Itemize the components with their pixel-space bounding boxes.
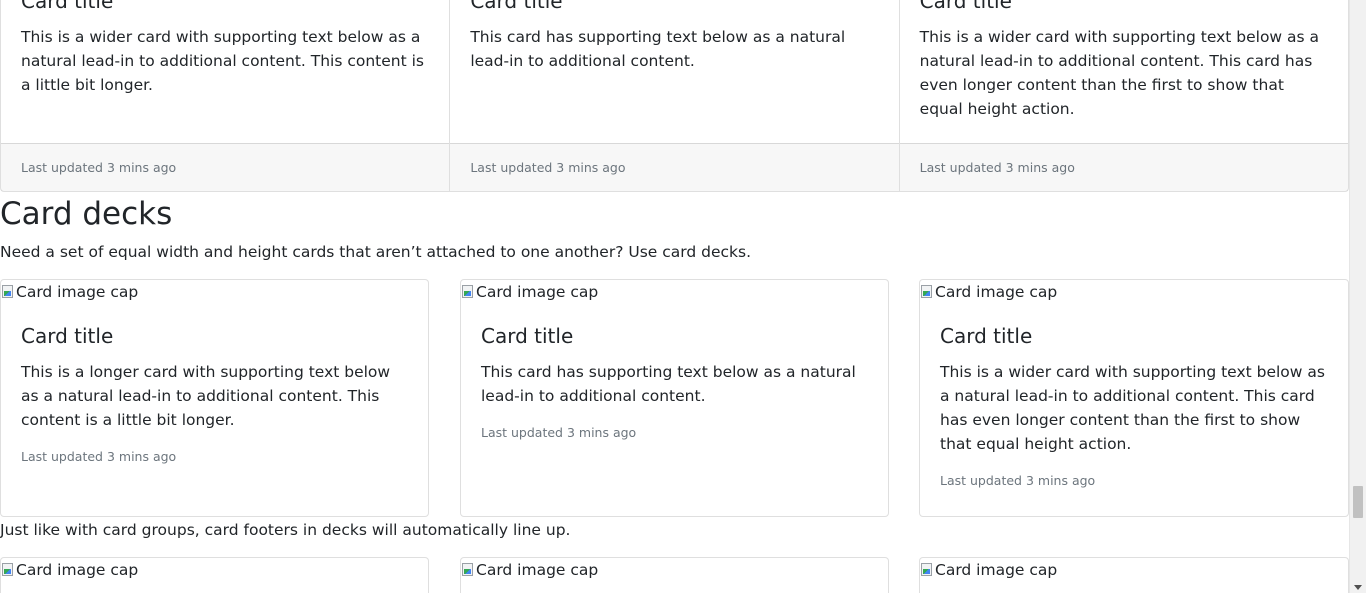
card-image-alt-text: Card image cap <box>476 561 599 579</box>
card-group-card-3: Card title This is a wider card with sup… <box>898 0 1348 191</box>
card-body: Card title This card has supporting text… <box>450 0 898 143</box>
card-image-cap: Card image cap <box>1 558 428 582</box>
broken-image-icon <box>1 284 15 300</box>
section-lead: Need a set of equal width and height car… <box>0 243 752 261</box>
card-deck: Card image cap Card title This is a long… <box>0 279 1349 517</box>
broken-image-icon <box>461 562 475 578</box>
broken-image-icon <box>1 562 15 578</box>
card-image-alt-text: Card image cap <box>16 283 139 301</box>
card-footer-text: Last updated 3 mins ago <box>470 160 626 175</box>
card-title: Card title <box>919 0 1012 13</box>
card-title: Card title <box>481 324 574 348</box>
deck-card-1: Card image cap Card title This is a long… <box>0 279 429 517</box>
section-heading: Card decks <box>0 196 173 232</box>
card-text: This card has supporting text below as a… <box>481 363 856 405</box>
scrollbar-thumb[interactable] <box>1353 486 1363 518</box>
card-image-cap: Card image cap <box>920 280 1348 304</box>
card-text: This is a wider card with supporting tex… <box>21 28 424 94</box>
card-image-cap: Card image cap <box>461 280 888 304</box>
card-image-alt-text: Card image cap <box>935 283 1058 301</box>
card-text: This card has supporting text below as a… <box>470 28 846 70</box>
broken-image-icon <box>461 284 475 300</box>
card-body: Card title This is a wider card with sup… <box>920 304 1348 490</box>
card-deck-2: Card image cap Card image cap Card image… <box>0 557 1349 593</box>
card-body: Card title This card has supporting text… <box>461 304 888 442</box>
card-body: Card title This is a wider card with sup… <box>1 0 449 143</box>
browser-viewport: Card title This is a wider card with sup… <box>0 0 1366 593</box>
card-image-alt-text: Card image cap <box>476 283 599 301</box>
card-image-alt-text: Card image cap <box>16 561 139 579</box>
card-title: Card title <box>940 324 1033 348</box>
deck2-card-2: Card image cap <box>460 557 889 593</box>
page-content: Card title This is a wider card with sup… <box>0 0 1349 593</box>
card-text: This is a wider card with supporting tex… <box>940 363 1325 453</box>
deck-card-3: Card image cap Card title This is a wide… <box>919 279 1349 517</box>
deck-card-2: Card image cap Card title This card has … <box>460 279 889 517</box>
card-footer-text: Last updated 3 mins ago <box>21 160 177 175</box>
card-image-cap: Card image cap <box>920 558 1348 582</box>
card-text: This is a longer card with supporting te… <box>21 363 391 429</box>
broken-image-icon <box>920 284 934 300</box>
card-group-card-2: Card title This card has supporting text… <box>449 0 899 191</box>
card-body: Card title This is a longer card with su… <box>1 304 428 466</box>
card-image-cap: Card image cap <box>1 280 428 304</box>
card-muted-text: Last updated 3 mins ago <box>940 473 1096 488</box>
deck2-card-3: Card image cap <box>919 557 1349 593</box>
card-image-alt-text: Card image cap <box>935 561 1058 579</box>
vertical-scrollbar[interactable] <box>1349 0 1366 593</box>
card-footer: Last updated 3 mins ago <box>899 143 1348 191</box>
card-group: Card title This is a wider card with sup… <box>0 0 1349 192</box>
card-title: Card title <box>470 0 563 13</box>
card-group-card-1: Card title This is a wider card with sup… <box>1 0 450 191</box>
deck-note: Just like with card groups, card footers… <box>0 521 571 539</box>
card-body: Card title This is a wider card with sup… <box>900 0 1348 143</box>
deck2-card-1: Card image cap <box>0 557 429 593</box>
card-text: This is a wider card with supporting tex… <box>919 28 1320 118</box>
card-muted-text: Last updated 3 mins ago <box>481 425 637 440</box>
card-muted-text: Last updated 3 mins ago <box>21 449 177 464</box>
card-footer-text: Last updated 3 mins ago <box>919 160 1075 175</box>
scroll-down-arrow-icon[interactable] <box>1354 585 1362 590</box>
card-image-cap: Card image cap <box>461 558 888 582</box>
card-footer: Last updated 3 mins ago <box>450 143 899 191</box>
card-footer: Last updated 3 mins ago <box>1 143 450 191</box>
card-title: Card title <box>21 0 114 13</box>
card-title: Card title <box>21 324 114 348</box>
broken-image-icon <box>920 562 934 578</box>
